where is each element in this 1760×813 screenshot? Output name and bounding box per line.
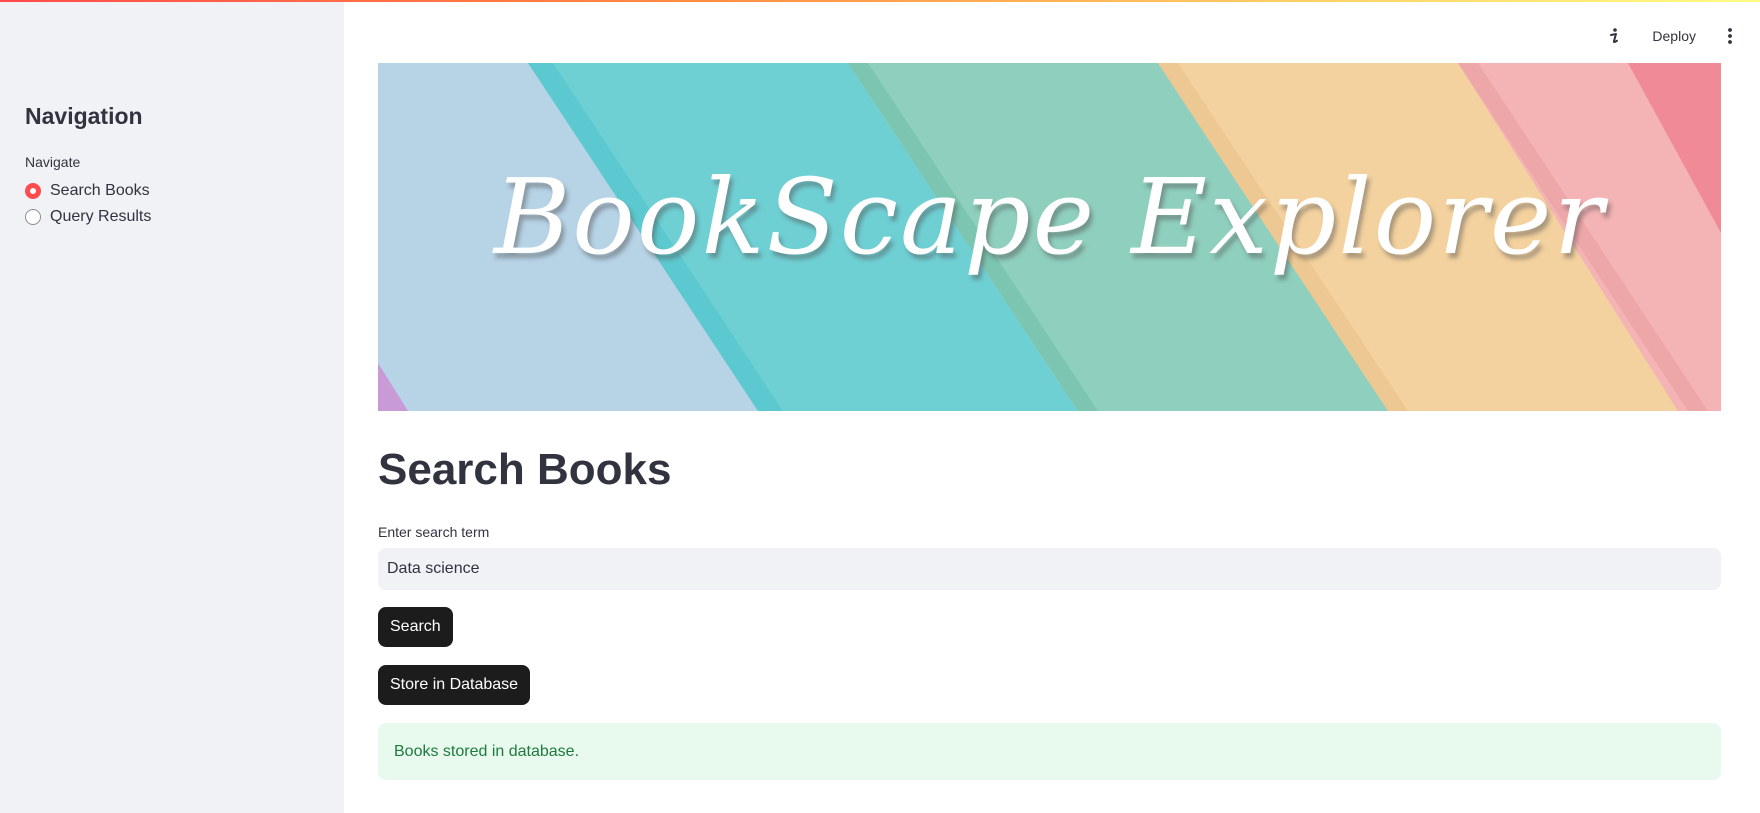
radio-unselected-icon[interactable] bbox=[25, 209, 41, 225]
search-input-label: Enter search term bbox=[378, 524, 490, 540]
page-title: Search Books bbox=[378, 445, 672, 494]
banner-image: BookScape Explorer bbox=[378, 63, 1721, 411]
radio-option-label: Search Books bbox=[50, 182, 150, 199]
deploy-button[interactable]: Deploy bbox=[1646, 24, 1702, 48]
search-button[interactable]: Search bbox=[378, 607, 453, 647]
radio-option-query-results[interactable]: Query Results bbox=[25, 208, 151, 226]
header-toolbar: Deploy bbox=[1600, 22, 1740, 50]
store-in-database-button[interactable]: Store in Database bbox=[378, 665, 531, 705]
sidebar: Navigation Navigate Search Books Query R… bbox=[0, 0, 344, 813]
radio-option-label: Query Results bbox=[50, 208, 152, 225]
search-input[interactable] bbox=[378, 548, 1721, 590]
sidebar-title: Navigation bbox=[25, 103, 143, 129]
info-icon[interactable] bbox=[1600, 22, 1628, 50]
radio-option-search-books[interactable]: Search Books bbox=[25, 182, 150, 200]
top-decoration-bar bbox=[0, 0, 1760, 2]
success-alert: Books stored in database. bbox=[378, 723, 1721, 780]
more-vertical-icon[interactable] bbox=[1720, 22, 1740, 50]
navigate-radio-label: Navigate bbox=[25, 154, 81, 170]
banner-title: BookScape Explorer bbox=[493, 156, 1606, 278]
radio-selected-icon[interactable] bbox=[25, 183, 41, 199]
